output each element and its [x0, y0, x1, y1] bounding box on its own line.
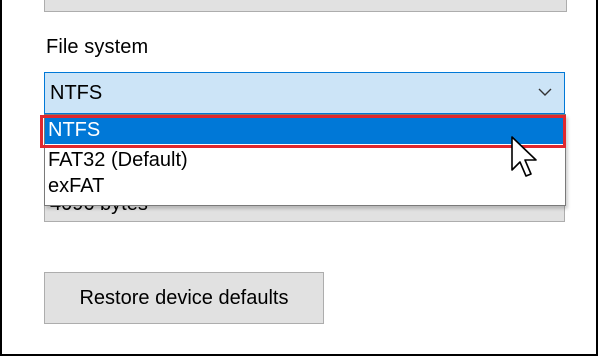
option-label: exFAT [48, 175, 105, 197]
file-system-selected-value: NTFS [50, 82, 103, 104]
capacity-combobox[interactable] [44, 0, 567, 12]
file-system-combobox[interactable]: NTFS [44, 72, 565, 114]
file-system-label: File system [46, 36, 149, 58]
restore-device-defaults-button[interactable]: Restore device defaults [44, 272, 324, 324]
file-system-dropdown-list: NTFS FAT32 (Default) exFAT [44, 114, 566, 206]
chevron-down-icon [538, 88, 552, 96]
format-dialog: File system NTFS 4096 bytes NTFS FAT32 (… [0, 0, 598, 356]
mouse-pointer-icon [511, 136, 537, 177]
file-system-option-ntfs[interactable]: NTFS [45, 117, 565, 144]
option-label: NTFS [48, 119, 101, 141]
file-system-option-fat32[interactable]: FAT32 (Default) [45, 147, 565, 174]
option-label: FAT32 (Default) [48, 149, 188, 171]
file-system-option-exfat[interactable]: exFAT [45, 173, 565, 200]
